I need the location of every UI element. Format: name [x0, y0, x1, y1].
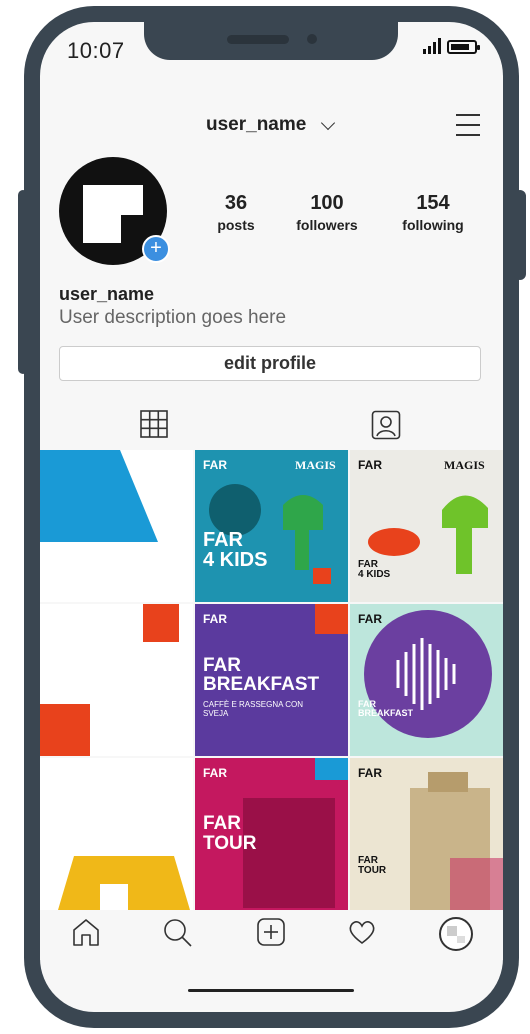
grid-tab[interactable]: [140, 410, 168, 443]
new-post-icon[interactable]: [255, 916, 287, 948]
post-title: FAR 4 KIDS: [358, 559, 391, 580]
profile-header: user_name: [40, 114, 503, 144]
post-brand: FAR: [203, 458, 227, 472]
post-partner: MAGIS: [295, 458, 336, 472]
post-thumbnail[interactable]: FAR MAGIS FAR 4 KIDS: [350, 450, 503, 602]
followers-label: followers: [296, 217, 358, 233]
speaker: [227, 35, 289, 44]
post-brand: FAR: [358, 458, 382, 472]
post-title: FAR 4 KIDS: [203, 529, 268, 571]
stat-posts[interactable]: 36 posts: [208, 192, 264, 233]
side-button-left: [18, 190, 28, 374]
posts-count: 36: [224, 192, 248, 214]
signal-icon: [423, 38, 441, 54]
post-thumbnail[interactable]: FAR FAR TOUR: [195, 758, 348, 910]
post-thumbnail[interactable]: FAR FAR BREAKFAST CAFFÈ E RASSEGNA CON S…: [195, 604, 348, 756]
home-icon[interactable]: [70, 916, 102, 948]
menu-icon[interactable]: [456, 114, 480, 136]
profile-description: User description goes here: [59, 307, 287, 328]
post-title: FAR TOUR: [203, 813, 257, 854]
following-label: following: [402, 217, 464, 233]
grid-icon: [140, 410, 168, 438]
stat-followers[interactable]: 100 followers: [285, 192, 369, 233]
side-button-right: [514, 190, 526, 280]
tagged-tab[interactable]: [371, 410, 401, 445]
post-title: FAR BREAKFAST: [203, 655, 320, 695]
header-username[interactable]: user_name: [206, 114, 306, 136]
post-thumbnail[interactable]: FAR MAGIS FAR 4 KIDS: [195, 450, 348, 602]
add-story-icon[interactable]: +: [142, 235, 170, 263]
post-thumbnail[interactable]: FAR FAR BREAKFAST: [350, 604, 503, 756]
front-camera: [307, 34, 317, 44]
tagged-icon: [371, 410, 401, 440]
post-partner: MAGIS: [444, 458, 485, 472]
phone-screen: 10:07 user_name + 36 posts 100 followers…: [40, 22, 503, 1012]
profile-name: user_name: [59, 284, 155, 304]
profile-icon[interactable]: [438, 916, 474, 952]
posts-label: posts: [217, 217, 255, 233]
posts-grid: FAR MAGIS FAR 4 KIDS FAR MAGIS FAR 4 KID…: [40, 450, 503, 910]
post-thumbnail[interactable]: [40, 604, 193, 756]
post-title: FAR BREAKFAST: [358, 699, 414, 718]
post-brand: FAR: [203, 766, 227, 780]
bottom-nav: [40, 910, 503, 960]
followers-count: 100: [310, 192, 344, 214]
activity-icon[interactable]: [346, 916, 378, 948]
status-time: 10:07: [67, 38, 125, 63]
stat-following[interactable]: 154 following: [393, 192, 473, 233]
home-indicator[interactable]: [188, 989, 354, 992]
post-thumbnail[interactable]: FAR FAR TOUR: [350, 758, 503, 910]
status-icons: [423, 38, 480, 54]
post-title: FAR TOUR: [358, 855, 387, 876]
chevron-down-icon[interactable]: [320, 115, 336, 131]
post-brand: FAR: [358, 766, 382, 780]
search-icon[interactable]: [161, 916, 193, 948]
post-thumbnail[interactable]: [40, 450, 193, 602]
edit-profile-button[interactable]: edit profile: [59, 346, 481, 381]
post-brand: FAR: [203, 612, 227, 626]
post-brand: FAR: [358, 612, 382, 626]
following-count: 154: [416, 192, 450, 214]
post-thumbnail[interactable]: [40, 758, 193, 910]
notch: [144, 22, 398, 60]
post-subtitle: CAFFÈ E RASSEGNA CON SVEJA: [203, 700, 304, 718]
battery-icon: [447, 40, 480, 54]
